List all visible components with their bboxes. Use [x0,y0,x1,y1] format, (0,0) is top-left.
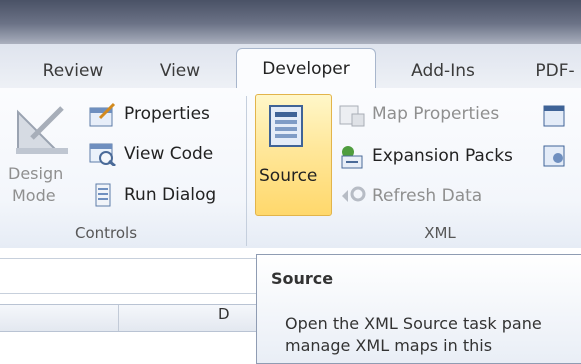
controls-group-label: Controls [74,224,138,242]
refresh-data-icon [342,186,366,202]
run-dialog-icon [95,183,111,207]
tooltip-body: Open the XML Source task pane manage XML… [285,313,581,357]
import-icon [543,105,565,127]
refresh-data-button[interactable]: Refresh Data [372,186,482,206]
properties-button[interactable]: Properties [124,104,210,124]
tab-pdf[interactable]: PDF- [520,54,581,89]
map-properties-icon [339,105,365,127]
design-mode-label-2[interactable]: Mode [12,186,56,205]
tab-add-ins[interactable]: Add-Ins [388,54,498,89]
column-divider [118,305,119,331]
view-code-button[interactable]: View Code [124,144,213,164]
design-mode-icon [16,106,68,154]
tab-developer[interactable]: Developer [236,48,376,92]
ribbon-tab-strip: Review View Developer Add-Ins PDF- [0,44,581,92]
expansion-packs-button[interactable]: Expansion Packs [372,146,513,166]
map-properties-button[interactable]: Map Properties [372,104,499,124]
tab-view[interactable]: View [140,54,220,89]
formula-bar-row[interactable] [0,258,256,294]
source-tooltip: Source Open the XML Source task pane man… [256,254,581,364]
tooltip-line-2: manage XML maps in this [285,336,493,355]
column-header-d[interactable]: D [218,305,230,323]
view-code-icon [89,143,116,166]
xml-group-label: XML [424,224,456,242]
properties-icon [89,102,116,127]
run-dialog-button[interactable]: Run Dialog [124,185,216,205]
source-label[interactable]: Source [259,166,317,186]
tab-review[interactable]: Review [28,54,118,89]
column-header-row: D [0,304,256,332]
tooltip-title: Source [271,269,334,288]
source-icon [269,105,303,147]
group-divider [246,96,247,246]
tooltip-line-1: Open the XML Source task pane [285,314,542,333]
design-mode-label-1[interactable]: Design [8,164,63,183]
export-icon [543,145,565,167]
expansion-packs-icon [341,146,363,169]
